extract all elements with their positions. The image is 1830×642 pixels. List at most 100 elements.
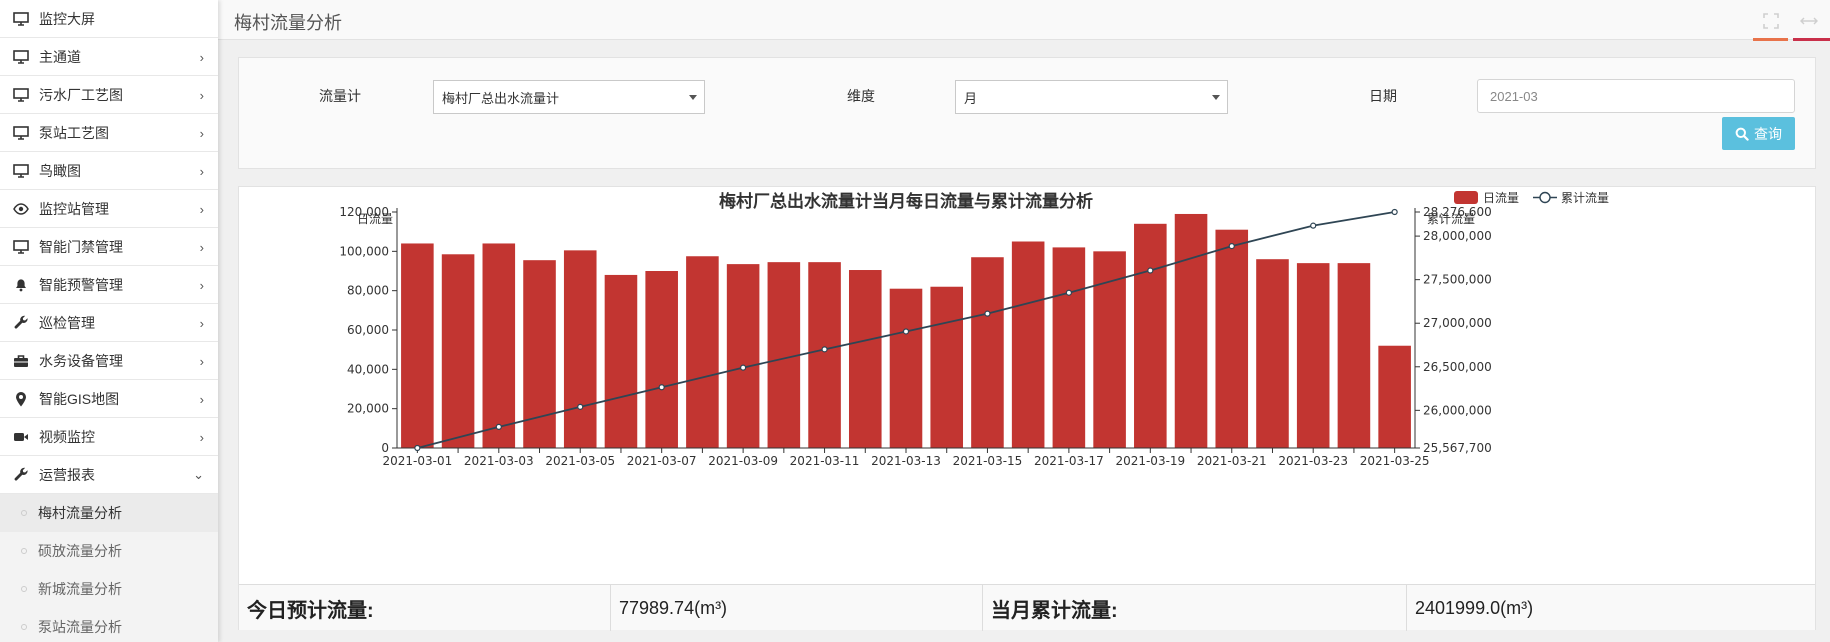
bar-daily-flow — [563, 250, 597, 448]
bar-daily-flow — [848, 270, 882, 448]
bell-icon — [12, 277, 30, 293]
chevron-right-icon: › — [199, 391, 204, 407]
sidebar-item[interactable]: 运营报表 ⌄ — [0, 456, 218, 494]
sidebar-item[interactable]: 主通道 › — [0, 38, 218, 76]
bar-daily-flow — [1378, 345, 1411, 448]
cumulative-flow-point — [1228, 243, 1235, 250]
bar-daily-flow — [1215, 229, 1249, 448]
bar-daily-flow — [808, 262, 841, 448]
sidebar-item[interactable]: 污水厂工艺图 › — [0, 76, 218, 114]
sidebar-item[interactable]: 智能门禁管理 › — [0, 228, 218, 266]
sidebar-item[interactable]: 监控大屏 — [0, 0, 218, 38]
bullet-dot-icon — [21, 624, 27, 630]
chart-title: 梅村厂总出水流量计当月每日流量与累计流量分析 — [719, 191, 1093, 212]
legend-marker-cumulative-flow — [1539, 191, 1551, 204]
meter-select-value: 梅村厂总出水流量计 — [442, 90, 560, 106]
sidebar-subitem[interactable]: 新城流量分析 — [0, 570, 218, 608]
cumulative-flow-point — [495, 423, 502, 430]
chevron-right-icon: › — [199, 239, 204, 255]
x-tick-label: 2021-03-23 — [1278, 454, 1348, 468]
filter-panel: 流量计 梅村厂总出水流量计 维度 月 日期 2021-03 查询 — [238, 57, 1816, 169]
monitor-icon — [12, 163, 30, 179]
x-tick-label: 2021-03-01 — [382, 454, 452, 468]
sidebar-subitem[interactable]: 硕放流量分析 — [0, 532, 218, 570]
cumulative-flow-point — [821, 346, 828, 353]
bar-daily-flow — [686, 256, 719, 448]
sidebar-subitem-label: 泵站流量分析 — [38, 619, 122, 635]
chevron-right-icon: › — [199, 315, 204, 331]
page-header: 梅村流量分析 — [218, 0, 1830, 41]
sidebar-item[interactable]: 泵站工艺图 › — [0, 114, 218, 152]
y2-tick-label: 28,000,000 — [1423, 229, 1492, 243]
bar-daily-flow — [441, 254, 475, 448]
cumulative-flow-point — [984, 310, 991, 317]
sidebar-item[interactable]: 监控站管理 › — [0, 190, 218, 228]
cumulative-flow-point — [1310, 222, 1317, 229]
chevron-right-icon: › — [199, 353, 204, 369]
meter-label: 流量计 — [319, 88, 361, 104]
y-tick-label: 40,000 — [347, 362, 389, 376]
fullscreen-icon[interactable] — [1760, 10, 1782, 32]
dimension-label: 维度 — [847, 88, 875, 104]
wrench-icon — [12, 315, 30, 331]
monitor-icon — [12, 125, 30, 141]
x-tick-label: 2021-03-11 — [790, 454, 860, 468]
cumulative-flow-point — [1065, 289, 1072, 296]
cumulative-flow-point — [740, 364, 747, 371]
map-pin-icon — [12, 391, 30, 407]
sidebar-subitem-label: 新城流量分析 — [38, 581, 122, 597]
today-flow-value: 77989.74(m³) — [611, 585, 983, 631]
sidebar-item-label: 运营报表 — [39, 466, 95, 483]
x-tick-label: 2021-03-25 — [1360, 454, 1430, 468]
collapse-arrows-icon[interactable] — [1798, 10, 1820, 32]
sidebar-item[interactable]: 智能预警管理 › — [0, 266, 218, 304]
eye-icon — [12, 201, 30, 217]
date-input[interactable]: 2021-03 — [1477, 79, 1795, 113]
query-button-label: 查询 — [1754, 125, 1782, 142]
bar-daily-flow — [482, 243, 516, 448]
dimension-select[interactable]: 月 — [955, 80, 1228, 114]
wrench-icon — [12, 467, 30, 483]
chevron-right-icon: › — [199, 49, 204, 65]
sidebar-item-label: 污水厂工艺图 — [39, 86, 123, 103]
sidebar-item[interactable]: 智能GIS地图 › — [0, 380, 218, 418]
y-tick-label: 80,000 — [347, 284, 389, 298]
today-flow-label: 今日预计流量: — [239, 585, 611, 631]
bar-daily-flow — [401, 243, 434, 448]
video-camera-icon — [12, 429, 30, 445]
x-tick-label: 2021-03-19 — [1115, 454, 1185, 468]
header-accent-bar-red — [1793, 38, 1830, 41]
x-tick-label: 2021-03-09 — [708, 454, 778, 468]
meter-select[interactable]: 梅村厂总出水流量计 — [433, 80, 705, 114]
bullet-dot-icon — [21, 586, 27, 592]
chevron-down-icon — [689, 95, 697, 100]
y2-tick-label: 25,567,700 — [1423, 441, 1492, 455]
query-button[interactable]: 查询 — [1722, 117, 1795, 150]
summary-row: 今日预计流量: 77989.74(m³) 当月累计流量: 2401999.0(m… — [239, 584, 1815, 631]
sidebar-item[interactable]: 水务设备管理 › — [0, 342, 218, 380]
chart-panel: 梅村厂总出水流量计当月每日流量与累计流量分析 日流量 累计流量 0 20,000 40,0… — [238, 186, 1816, 631]
legend-label-daily-flow: 日流量 — [1483, 191, 1519, 205]
sidebar-item[interactable]: 视频监控 › — [0, 418, 218, 456]
bar-daily-flow — [1337, 263, 1371, 448]
sidebar-subitem-label: 梅村流量分析 — [38, 505, 122, 521]
monitor-icon — [12, 239, 30, 255]
flow-chart: 梅村厂总出水流量计当月每日流量与累计流量分析 日流量 累计流量 0 20,000 40,0… — [339, 191, 1609, 468]
briefcase-icon — [12, 353, 30, 369]
monitor-icon — [12, 11, 30, 27]
page-title: 梅村流量分析 — [234, 13, 342, 33]
sidebar-item[interactable]: 鸟瞰图 › — [0, 152, 218, 190]
month-flow-label: 当月累计流量: — [983, 585, 1407, 631]
y2-tick-label: 28,276,600 — [1423, 205, 1492, 219]
sidebar-item-label: 智能预警管理 — [39, 276, 123, 293]
y-tick-label: 0 — [381, 441, 389, 455]
cumulative-flow-point — [1147, 267, 1154, 274]
sidebar-subitem[interactable]: 梅村流量分析 — [0, 494, 218, 532]
sidebar-item[interactable]: 巡检管理 › — [0, 304, 218, 342]
bullet-dot-icon — [21, 548, 27, 554]
sidebar-subitem[interactable]: 泵站流量分析 — [0, 608, 218, 642]
sidebar-menu: 监控大屏 主通道 › 污水厂工艺图 › 泵站工艺图 › 鸟瞰图 › 监控站管理 › 智能门禁管理 › 智能… — [0, 0, 218, 494]
cumulative-flow-point — [414, 444, 421, 452]
bar-daily-flow — [726, 264, 760, 448]
chevron-down-icon: ⌄ — [193, 467, 204, 482]
